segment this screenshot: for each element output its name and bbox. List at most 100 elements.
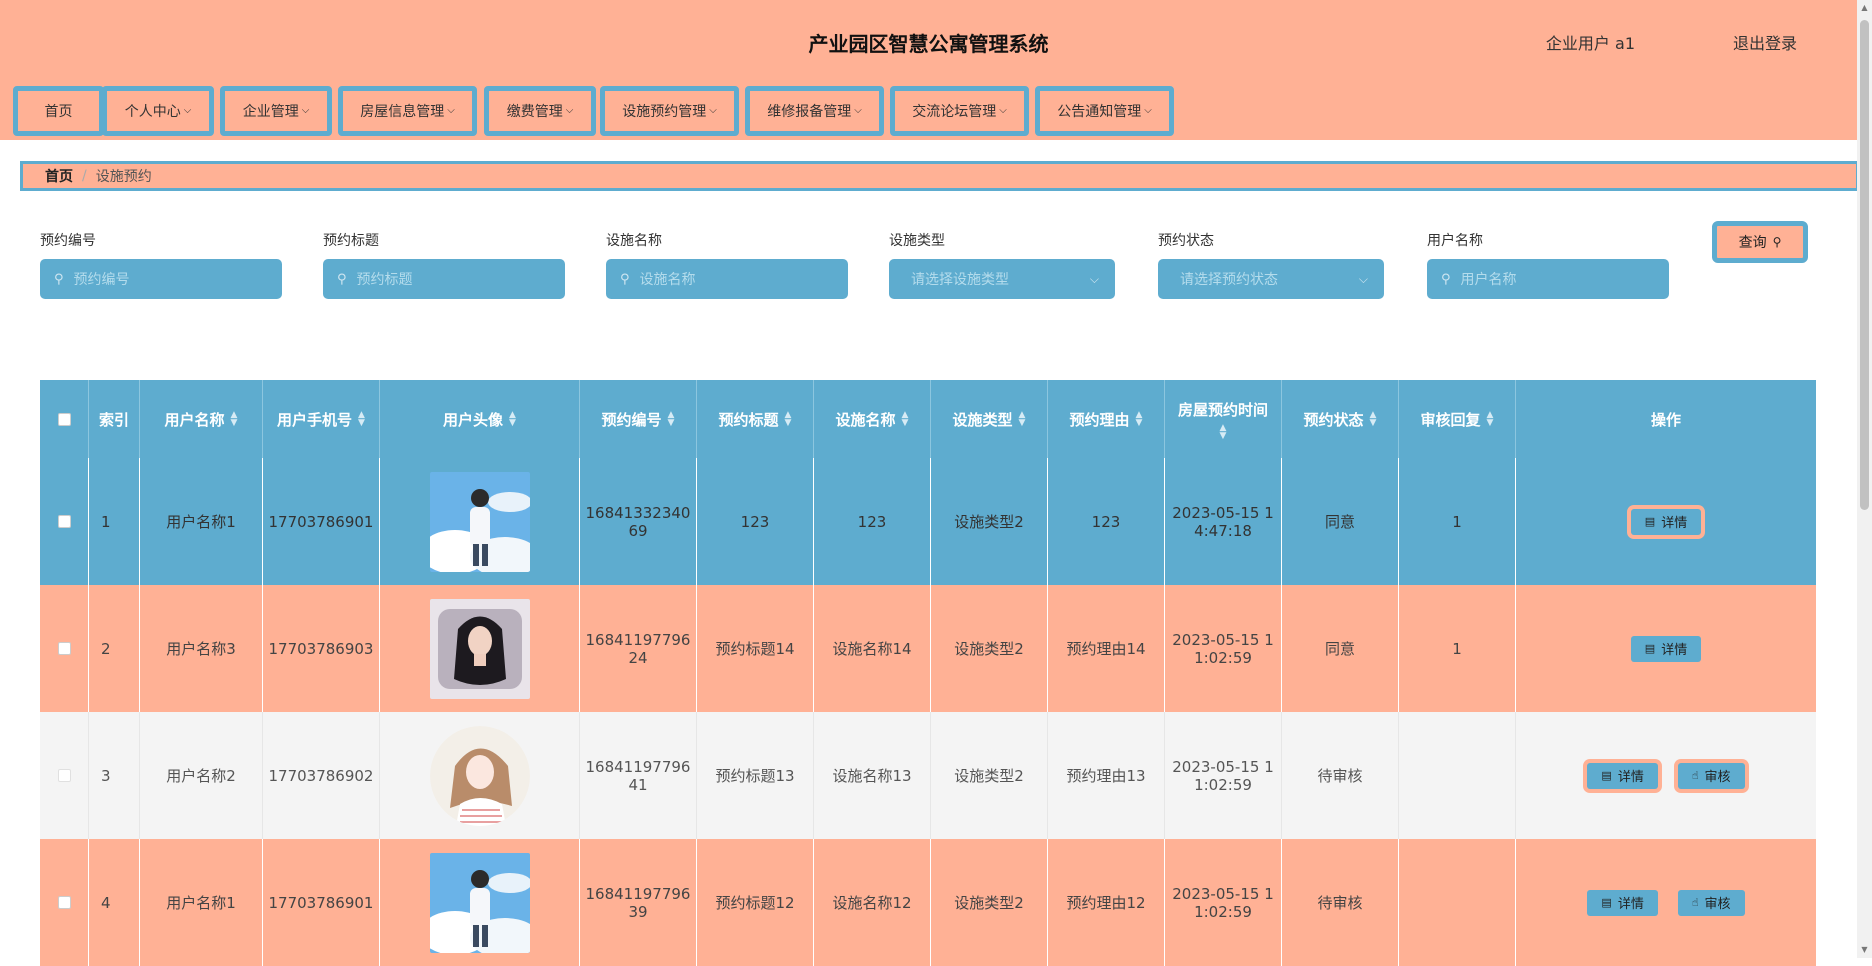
logout-link[interactable]: 退出登录 xyxy=(1733,30,1797,54)
nav-label: 个人中心 xyxy=(124,104,181,120)
review-button[interactable]: ☝ 审核 xyxy=(1677,889,1745,916)
cell-facility-type: 设施类型2 xyxy=(931,712,1048,839)
cell-avatar xyxy=(380,458,580,585)
col-header-facility-name[interactable]: 设施名称 ▲ ▼ xyxy=(814,380,931,458)
user-avatar-image[interactable] xyxy=(429,852,530,953)
cell-booking-title: 预约标题14 xyxy=(697,585,814,712)
search-icon: ⚲ xyxy=(337,271,347,287)
col-header-booking-code[interactable]: 预约编号 ▲ ▼ xyxy=(580,380,697,458)
cell-booking-time: 2023-05-15 1 4:47:18 xyxy=(1165,458,1282,585)
cell-reason: 预约理由14 xyxy=(1048,585,1165,712)
cell-booking-code: 16841197796 39 xyxy=(580,839,697,966)
cell-booking-time: 2023-05-15 1 1:02:59 xyxy=(1165,712,1282,839)
sort-icon: ▲ ▼ xyxy=(230,410,238,428)
user-avatar-image[interactable] xyxy=(429,598,530,699)
cell-facility-type: 设施类型2 xyxy=(931,458,1048,585)
filter-label-booking-title: 预约标题 xyxy=(323,233,379,249)
col-header-phone[interactable]: 用户手机号 ▲ ▼ xyxy=(263,380,380,458)
table-row: 3 用户名称2 17703786902 16841197796 41 预约标题13… xyxy=(40,712,1816,839)
detail-button[interactable]: ▤ 详情 xyxy=(1587,762,1658,789)
input-placeholder: 用户名称 xyxy=(1460,272,1517,288)
query-button[interactable]: 查询 ⚲ xyxy=(1712,221,1808,263)
cell-actions: ▤ 详情 ☝ 审核 xyxy=(1516,712,1816,839)
facility-name-input[interactable]: ⚲ 设施名称 xyxy=(606,259,848,299)
input-placeholder: 预约编号 xyxy=(73,272,130,288)
document-icon: ▤ xyxy=(1601,769,1612,782)
cell-booking-title: 预约标题13 xyxy=(697,712,814,839)
detail-button[interactable]: ▤ 详情 xyxy=(1587,889,1658,916)
breadcrumb: 首页 / 设施预约 xyxy=(20,161,1859,191)
cell-booking-title: 预约标题12 xyxy=(697,839,814,966)
cell-user-name: 用户名称1 xyxy=(140,839,263,966)
detail-button[interactable]: ▤ 详情 xyxy=(1630,635,1702,662)
booking-status-select[interactable]: 请选择预约状态 ⌵ xyxy=(1158,259,1384,299)
nav-item-forum[interactable]: 交流论坛管理 ⌵ xyxy=(890,86,1029,136)
cell-index: 3 xyxy=(89,712,140,839)
chevron-down-icon: ⌵ xyxy=(999,104,1007,116)
nav-item-housing[interactable]: 房屋信息管理 ⌵ xyxy=(338,86,477,136)
search-icon: ⚲ xyxy=(620,271,630,287)
current-user-label: 企业用户 a1 xyxy=(1545,34,1635,53)
cell-booking-time: 2023-05-15 1 1:02:59 xyxy=(1165,839,1282,966)
row-checkbox[interactable] xyxy=(40,712,89,839)
breadcrumb-current: 设施预约 xyxy=(95,169,152,185)
scroll-thumb[interactable] xyxy=(1860,20,1869,510)
review-button[interactable]: ☝ 审核 xyxy=(1677,762,1745,789)
col-header-status[interactable]: 预约状态 ▲ ▼ xyxy=(1282,380,1399,458)
col-header-reason[interactable]: 预约理由 ▲ ▼ xyxy=(1048,380,1165,458)
sort-icon: ▲ ▼ xyxy=(1135,410,1143,428)
user-avatar-image[interactable] xyxy=(429,725,530,826)
row-checkbox[interactable] xyxy=(40,839,89,966)
cell-facility-name: 设施名称12 xyxy=(814,839,931,966)
nav-item-personal-center[interactable]: 个人中心 ⌵ xyxy=(102,86,214,136)
chevron-down-icon: ⌵ xyxy=(565,104,574,116)
chevron-down-icon: ⌵ xyxy=(183,104,192,116)
nav-item-enterprise[interactable]: 企业管理 ⌵ xyxy=(220,86,332,136)
col-header-avatar[interactable]: 用户头像 ▲ ▼ xyxy=(380,380,580,458)
sort-icon: ▲ ▼ xyxy=(1486,410,1494,428)
row-checkbox[interactable] xyxy=(40,585,89,712)
user-avatar-image[interactable] xyxy=(429,471,530,572)
booking-code-input[interactable]: ⚲ 预约编号 xyxy=(40,259,282,299)
col-header-booking-title[interactable]: 预约标题 ▲ ▼ xyxy=(697,380,814,458)
cell-reason: 123 xyxy=(1048,458,1165,585)
nav-item-facility-booking[interactable]: 设施预约管理 ⌵ xyxy=(600,86,739,136)
sort-icon: ▲ ▼ xyxy=(1369,410,1377,428)
input-placeholder: 设施名称 xyxy=(639,272,696,288)
row-checkbox[interactable] xyxy=(40,458,89,585)
col-header-index: 索引 xyxy=(89,380,140,458)
cell-reason: 预约理由12 xyxy=(1048,839,1165,966)
scroll-up-arrow-icon[interactable]: ▲ xyxy=(1860,3,1869,13)
nav-item-home[interactable]: 首页 xyxy=(13,86,104,136)
breadcrumb-home[interactable]: 首页 xyxy=(45,166,73,186)
pointer-hand-icon: ☝ xyxy=(1691,769,1699,782)
cell-booking-code: 16841197796 41 xyxy=(580,712,697,839)
detail-button[interactable]: ▤ 详情 xyxy=(1630,508,1702,535)
nav-label: 缴费管理 xyxy=(506,104,563,120)
col-header-user-name[interactable]: 用户名称 ▲ ▼ xyxy=(140,380,263,458)
nav-item-repair[interactable]: 维修报备管理 ⌵ xyxy=(745,86,884,136)
cell-avatar xyxy=(380,712,580,839)
chevron-down-icon: ⌵ xyxy=(1089,271,1099,286)
booking-title-input[interactable]: ⚲ 预约标题 xyxy=(323,259,565,299)
scroll-down-arrow-icon[interactable]: ▼ xyxy=(1860,945,1869,955)
select-all-checkbox[interactable] xyxy=(40,380,89,458)
cell-index: 2 xyxy=(89,585,140,712)
breadcrumb-separator: / xyxy=(82,168,87,184)
filter-label-booking-code: 预约编号 xyxy=(40,233,96,249)
col-header-reply[interactable]: 审核回复 ▲ ▼ xyxy=(1399,380,1516,458)
cell-actions: ▤ 详情 ☝ 审核 xyxy=(1516,839,1816,966)
cell-reply xyxy=(1399,839,1516,966)
nav-label: 企业管理 xyxy=(242,104,299,120)
page-scrollbar[interactable]: ▲ ▼ xyxy=(1857,0,1872,958)
nav-item-payment[interactable]: 缴费管理 ⌵ xyxy=(484,86,596,136)
nav-label: 设施预约管理 xyxy=(622,104,707,120)
col-header-facility-type[interactable]: 设施类型 ▲ ▼ xyxy=(931,380,1048,458)
cell-booking-time: 2023-05-15 1 1:02:59 xyxy=(1165,585,1282,712)
user-name-input[interactable]: ⚲ 用户名称 xyxy=(1427,259,1669,299)
nav-item-notice[interactable]: 公告通知管理 ⌵ xyxy=(1035,86,1174,136)
facility-type-select[interactable]: 请选择设施类型 ⌵ xyxy=(889,259,1115,299)
cell-user-name: 用户名称1 xyxy=(140,458,263,585)
col-header-booking-time[interactable]: 房屋预约时间 ▲ ▼ xyxy=(1165,380,1282,458)
nav-label: 首页 xyxy=(44,104,73,120)
